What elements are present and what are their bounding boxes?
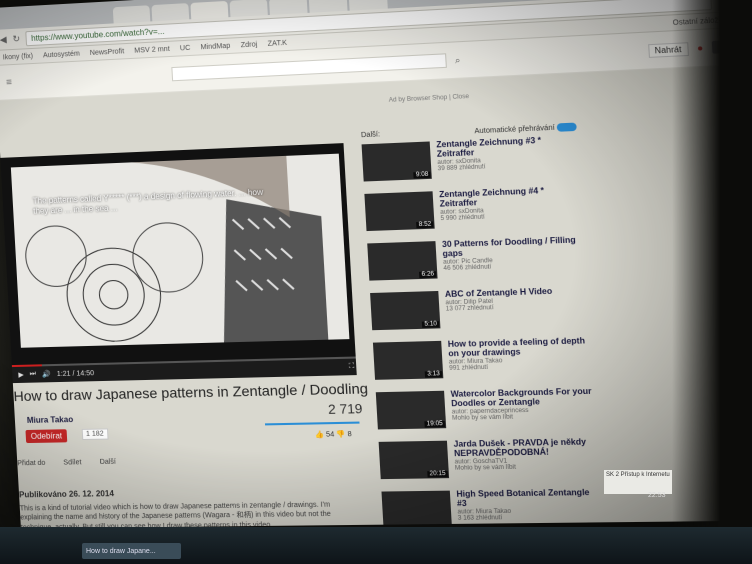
video-duration: 6:26: [419, 271, 437, 279]
bookmark-item[interactable]: Zdroj: [240, 41, 257, 49]
bookmark-item[interactable]: ZAT.K: [267, 39, 287, 47]
photo-background: ◀ ↻ https://www.youtube.com/watch?v=... …: [0, 0, 752, 564]
other-bookmarks[interactable]: Ostatní záložky: [672, 16, 726, 26]
recommendation-item[interactable]: 8:52 Zentangle Zeichnung #4 * Zeitraffer a…: [364, 186, 582, 240]
recommendation-item[interactable]: High Speed Botanical Zentangle #3 autor: …: [381, 488, 600, 529]
recommendation-item[interactable]: 20:15 Jarda Dušek - PRAVDA je někdy NEPRA…: [378, 437, 598, 487]
like-count: 54: [325, 431, 335, 439]
video-duration: 3:13: [425, 371, 443, 378]
recommendations-sidebar: Další: Automatické přehrávání 9:08 Zentan…: [360, 122, 601, 529]
thumbs-up-icon[interactable]: 👍: [315, 432, 325, 439]
recommendation-item[interactable]: 19:05 Watercolor Backgrounds For your Doo…: [375, 386, 595, 438]
video-duration: 8:52: [416, 221, 434, 229]
video-thumbnail[interactable]: 5:10: [370, 290, 441, 331]
video-frame-drawing: The patterns called Y***** (***) a desig…: [10, 153, 350, 348]
recommendation-item[interactable]: 5:10 ABC of Zentangle H Video autor: Dilip…: [370, 286, 589, 338]
channel-name[interactable]: Miura Takao: [27, 415, 74, 425]
bookmark-item[interactable]: MSV 2 mnt: [134, 45, 170, 54]
bookmark-item[interactable]: Autosystém: [43, 50, 80, 59]
autoplay-toggle[interactable]: [556, 122, 577, 132]
recommendation-item[interactable]: 3:13 How to provide a feeling of depth on…: [372, 336, 592, 388]
recommendation-title[interactable]: Jarda Dušek - PRAVDA je někdy NEPRAVDĚPO…: [453, 437, 595, 459]
back-icon[interactable]: ◀: [0, 34, 7, 45]
thumbs-down-icon[interactable]: 👎: [336, 431, 346, 438]
video-thumbnail[interactable]: 19:05: [375, 390, 447, 430]
dislike-count: 8: [347, 430, 352, 439]
autoplay-label: Automatické přehrávání: [474, 124, 555, 136]
browser-tab[interactable]: [308, 0, 348, 13]
star-icon[interactable]: ☆: [718, 0, 728, 7]
video-duration: 9:08: [413, 171, 431, 179]
fullscreen-icon[interactable]: ⛶: [349, 363, 355, 371]
video-title: How to draw Japanese patterns in Zentang…: [13, 380, 369, 405]
recommendation-views: Mohlo by se vám líbit: [454, 464, 517, 472]
next-label: Další:: [360, 131, 381, 140]
subscribe-button[interactable]: Odebírat: [25, 429, 68, 444]
video-thumbnail[interactable]: [381, 490, 452, 529]
ad-notice[interactable]: Ad by Browser Shop | Close: [389, 94, 470, 104]
recommendation-list: 9:08 Zentangle Zeichnung #3 * Zeitraffer a…: [361, 135, 601, 529]
avatar[interactable]: [711, 40, 726, 54]
like-dislike: 👍 54 👎 8: [315, 430, 352, 439]
search-input[interactable]: [171, 53, 447, 82]
browser-tab[interactable]: [112, 5, 151, 24]
video-thumbnail[interactable]: 6:26: [367, 241, 438, 281]
browser-tab[interactable]: [151, 3, 190, 22]
bookmark-item[interactable]: MindMap: [200, 42, 230, 51]
recommendation-item[interactable]: 9:08 Zentangle Zeichnung #3 * Zeitraffer a…: [361, 135, 580, 190]
more-button[interactable]: Další: [99, 459, 116, 466]
zentangle-drawing-illustration: [11, 155, 329, 348]
video-duration: 19:05: [424, 420, 446, 428]
video-controls: ▶ ⏭ 🔊 1:21 / 14:50 ⛶: [11, 358, 357, 384]
publish-date: Publikováno 26. 12. 2014: [18, 489, 115, 500]
taskbar-browser-item[interactable]: How to draw Japane...: [82, 543, 181, 559]
recommendation-title[interactable]: High Speed Botanical Zentangle #3: [456, 488, 599, 509]
bookmark-item[interactable]: UC: [180, 44, 191, 52]
search-icon[interactable]: ⌕: [455, 54, 461, 66]
next-icon[interactable]: ⏭: [30, 370, 37, 378]
bookmark-item[interactable]: NewsProfit: [90, 48, 125, 57]
video-thumbnail[interactable]: 3:13: [372, 340, 444, 380]
browser-tab-active[interactable]: [190, 0, 229, 20]
add-to-button[interactable]: Přidat do: [17, 460, 45, 467]
share-button[interactable]: Sdílet: [63, 459, 81, 466]
video-time: 1:21 / 14:50: [56, 369, 95, 378]
video-thumbnail[interactable]: 8:52: [364, 191, 435, 232]
video-duration: 5:10: [422, 321, 440, 328]
menu-icon[interactable]: ≡: [6, 77, 12, 88]
tray-popup: SK 2 Přístup k Internetu: [604, 470, 672, 494]
subscriber-count: 1 182: [81, 428, 109, 441]
video-duration: 20:15: [427, 470, 448, 478]
bookmark-item[interactable]: Ikony (fix): [3, 52, 34, 61]
video-thumbnail[interactable]: 9:08: [361, 141, 432, 182]
video-player[interactable]: The patterns called Y***** (***) a desig…: [0, 143, 357, 384]
browser-tab[interactable]: [268, 0, 308, 15]
notification-icon[interactable]: ●: [697, 43, 704, 54]
recommendation-views: 3 163 zhlédnutí: [457, 514, 503, 522]
like-ratio-bar: [264, 421, 360, 426]
view-count: 2 719: [327, 400, 363, 417]
video-thumbnail[interactable]: 20:15: [378, 440, 450, 480]
browser-tab[interactable]: [229, 0, 268, 18]
monitor-screen: ◀ ↻ https://www.youtube.com/watch?v=... …: [0, 0, 752, 529]
reload-icon[interactable]: ↻: [12, 33, 20, 44]
upload-button[interactable]: Nahrát: [647, 41, 689, 58]
play-icon[interactable]: ▶: [18, 371, 24, 379]
recommendation-item[interactable]: 6:26 30 Patterns for Doodling / Filling g…: [367, 235, 585, 289]
taskbar-clock: 22:53: [648, 492, 666, 499]
volume-icon[interactable]: 🔊: [42, 370, 51, 378]
video-description: This is a kind of tutorial video which i…: [19, 501, 332, 529]
video-actions: Přidat do Sdílet Další: [17, 459, 116, 468]
